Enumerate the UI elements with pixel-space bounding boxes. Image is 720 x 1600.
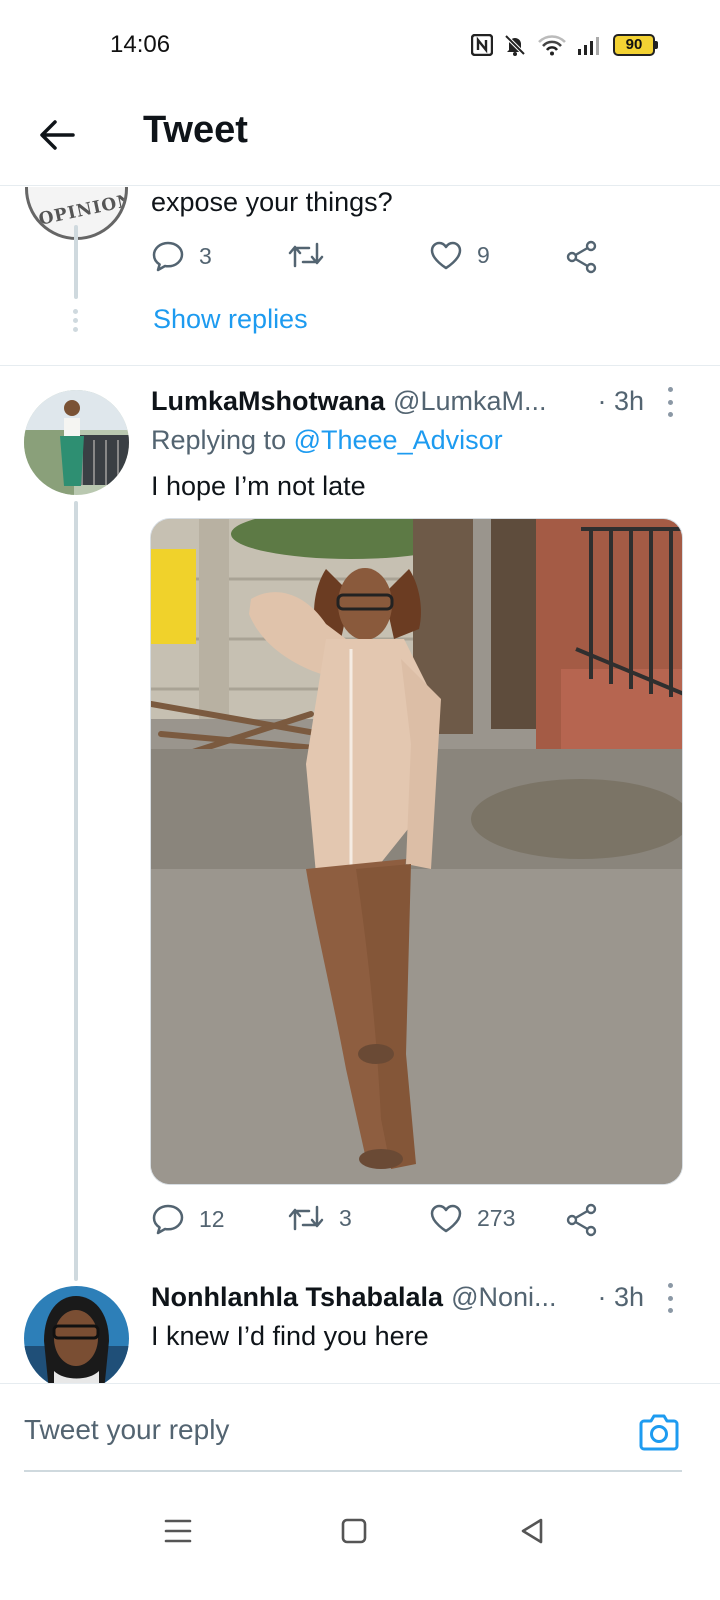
retweet-icon [288,242,324,268]
tweet-photo [151,519,682,1184]
more-icon[interactable] [660,1283,680,1313]
share-button[interactable] [565,240,599,274]
signal-icon [578,37,599,55]
tweet-thread[interactable]: OPINION expose your things? 3 9 Show rep… [0,187,720,1409]
back-button[interactable] [34,112,80,158]
avatar[interactable] [24,1286,129,1391]
like-button[interactable]: 273 [429,1203,515,1233]
like-icon [430,1204,462,1233]
wifi-icon [538,35,566,56]
like-count: 9 [477,241,490,268]
like-button[interactable]: 9 [429,240,490,270]
reply-input[interactable]: Tweet your reply [24,1414,229,1446]
home-square-icon [341,1518,367,1544]
like-icon [430,241,462,270]
avatar-text: OPINION [36,190,128,230]
replying-prefix: Replying to [151,425,287,455]
more-icon[interactable] [660,387,680,417]
reply-button[interactable]: 3 [151,240,212,272]
divider [0,365,720,366]
tweet-text: I hope I’m not late [151,471,366,501]
avatar[interactable] [24,390,129,495]
back-arrow-icon [40,120,75,150]
like-count: 273 [477,1204,516,1231]
share-button[interactable] [565,1203,599,1237]
page-title: Tweet [143,109,248,151]
user-handle[interactable]: @LumkaM... [393,386,546,417]
reply-composer[interactable]: Tweet your reply [0,1383,720,1493]
mute-bell-icon [504,34,526,56]
thread-dots [73,309,79,336]
tweet-text: I knew I’d find you here [151,1321,429,1351]
share-icon [566,1203,597,1237]
battery-level: 90 [613,34,655,56]
battery-icon: 90 [613,34,658,56]
replying-to: Replying to @Theee_Advisor [151,425,503,456]
retweet-button[interactable]: 3 [287,1203,352,1233]
home-button[interactable] [334,1511,374,1551]
tweet-time: · 3h [597,385,644,416]
status-icons: 90 [471,33,658,57]
tweet-text: expose your things? [151,187,393,217]
tweet-image[interactable] [150,518,683,1185]
reply-count: 12 [199,1205,225,1232]
display-name[interactable]: Nonhlanhla Tshabalala [151,1282,443,1313]
display-name[interactable]: LumkaMshotwana [151,386,385,417]
menu-button[interactable] [158,1511,198,1551]
status-bar: 14:06 90 [0,0,720,92]
retweet-button[interactable] [287,240,339,270]
show-replies-link[interactable]: Show replies [153,304,308,335]
camera-icon [639,1414,679,1451]
back-triangle-icon [521,1518,543,1544]
status-time: 14:06 [110,31,171,58]
thread-line [74,225,78,299]
reply-count: 3 [199,242,212,269]
tweet-header: Nonhlanhla Tshabalala @Noni... · 3h [151,1279,680,1315]
reply-button[interactable]: 12 [151,1203,225,1235]
back-nav-button[interactable] [512,1511,552,1551]
reply-icon [152,1204,184,1235]
mention-link[interactable]: @Theee_Advisor [294,425,503,455]
tweet-header: LumkaMshotwana @LumkaM... · 3h [151,383,680,419]
user-handle[interactable]: @Noni... [451,1282,556,1313]
camera-button[interactable] [636,1410,682,1456]
top-bar: Tweet [0,92,720,186]
thread-line [74,501,78,1281]
avatar-photo [24,390,129,495]
retweet-count: 3 [339,1204,352,1231]
menu-icon [164,1519,192,1543]
reply-icon [152,241,184,272]
system-nav-bar [0,1493,720,1600]
share-icon [566,240,597,274]
nfc-icon [471,34,493,56]
avatar-photo [24,1286,129,1391]
tweet-time: · 3h [597,1281,644,1312]
retweet-icon [288,1205,324,1231]
tweet-actions: 3 9 [151,240,621,280]
tweet-actions: 12 3 273 [151,1203,621,1243]
reply-underline [24,1470,682,1472]
